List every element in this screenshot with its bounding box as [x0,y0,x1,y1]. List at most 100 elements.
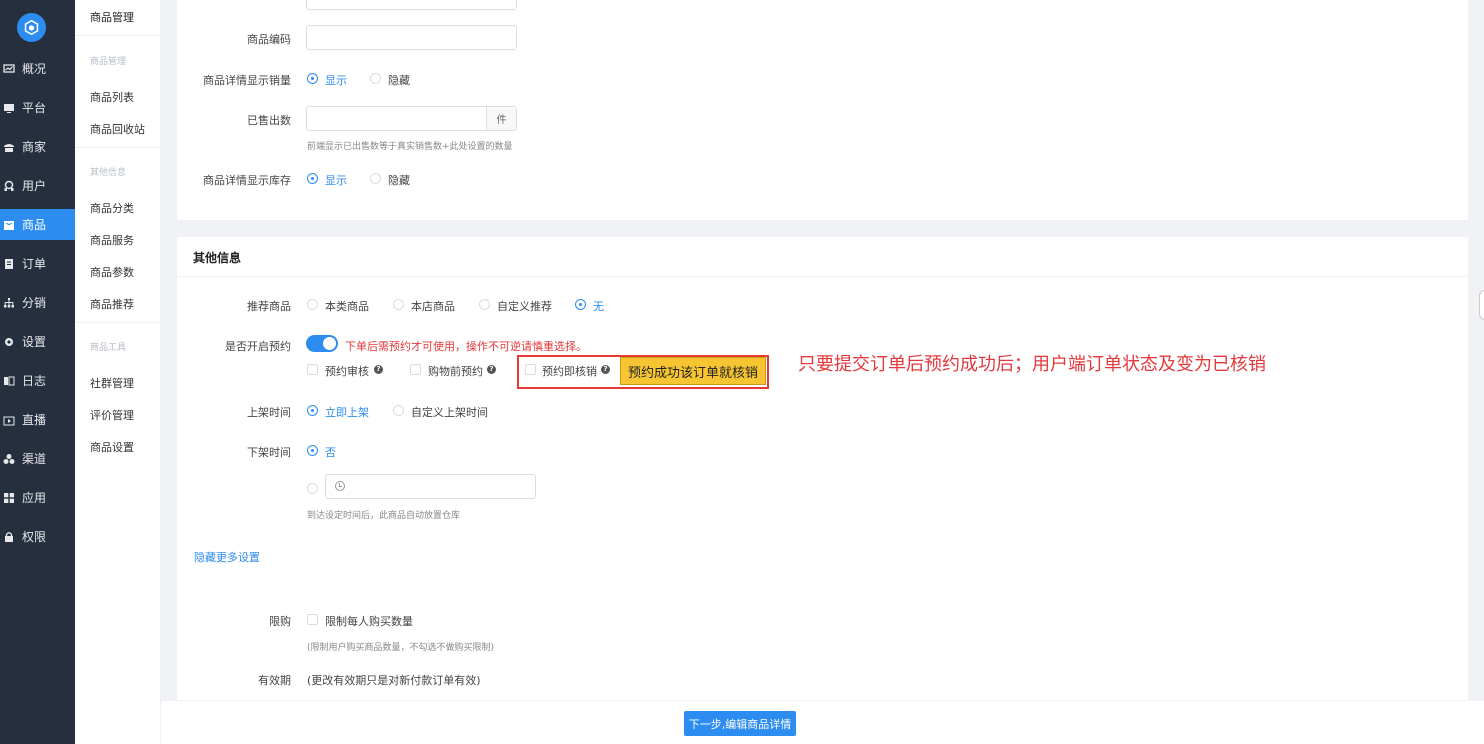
shelf-now-text: 立即上架 [325,406,369,419]
recommend-radio-custom[interactable] [479,299,490,310]
nav-item-distribution[interactable]: 分销 [0,287,75,318]
submenu-group-goods: 商品管理 [90,57,127,67]
hide-more-link[interactable]: 隐藏更多设置 [194,549,260,565]
shelf-off-datetime-input[interactable] [325,474,536,499]
nav-item-label: 订单 [22,257,47,271]
reserve-writeoff-checkbox[interactable] [525,364,536,375]
submenu-item-community[interactable]: 社群管理 [90,375,134,391]
nav-item-lock[interactable]: 权限 [0,521,75,552]
apps-icon [3,492,15,504]
divider [75,35,161,36]
other-info-card: 其他信息 推荐商品 本类商品 本店商品 自定义推荐 无 是否开启预约 下单后需预… [177,237,1468,700]
lock-icon [3,531,15,543]
submenu-item-params[interactable]: 商品参数 [90,264,134,280]
goods-icon [3,219,15,231]
recommend-text-none: 无 [593,300,604,313]
sales-display-label: 商品详情显示销量 [203,74,291,87]
reserve-before-checkbox[interactable] [410,364,421,375]
submenu-item-recommend[interactable]: 商品推荐 [90,296,134,312]
gear-icon [3,336,15,348]
floating-handle[interactable] [1479,290,1484,320]
nav-item-channel[interactable]: 渠道 [0,443,75,474]
section-title: 其他信息 [193,251,242,265]
clock-icon [335,481,345,491]
nav-item-user[interactable]: 用户 [0,170,75,201]
shelf-custom-text: 自定义上架时间 [411,406,488,419]
shelf-off-time-radio[interactable] [307,483,318,494]
divider [75,322,161,323]
submenu: 商品管理 商品管理 商品列表 商品回收站 其他信息 商品分类 商品服务 商品参数… [75,0,161,744]
submenu-item-reviews[interactable]: 评价管理 [90,407,134,423]
nav-item-label: 分销 [22,296,47,310]
limit-text: 限制每人购买数量 [325,615,413,628]
help-icon[interactable]: ? [487,365,496,374]
sold-hint: 前端显示已出售数等于真实销售数+此处设置的数量 [307,142,513,152]
goods-code-input[interactable] [306,25,517,50]
reserve-warning: 下单后需预约才可使用，操作不可逆请慎重选择。 [345,340,587,353]
help-icon[interactable]: ? [601,365,610,374]
nav-item-goods[interactable]: 商品 [0,209,75,240]
nav-item-label: 平台 [22,101,47,115]
nav-item-label: 商家 [22,140,47,154]
sales-show-text: 显示 [325,74,347,87]
nav-item-label: 日志 [22,374,47,388]
nav-item-live[interactable]: 直播 [0,404,75,435]
distribution-icon [3,297,15,309]
order-icon [3,258,15,270]
submenu-item-goods-list[interactable]: 商品列表 [90,89,134,105]
recommend-radio-category[interactable] [307,299,318,310]
shelf-custom-radio[interactable] [393,405,404,416]
submenu-group-other: 其他信息 [90,168,127,178]
submenu-item-service[interactable]: 商品服务 [90,232,134,248]
stock-show-radio[interactable] [307,173,318,184]
stock-hide-text: 隐藏 [388,174,410,187]
limit-checkbox[interactable] [307,614,318,625]
sold-count-label: 已售出数 [247,114,291,127]
nav-item-chart[interactable]: 概况 [0,53,75,84]
reserve-toggle[interactable] [306,335,338,352]
chart-icon [3,63,15,75]
submenu-item-settings[interactable]: 商品设置 [90,439,134,455]
nav-item-store[interactable]: 商家 [0,131,75,162]
sales-hide-text: 隐藏 [388,74,410,87]
nav-item-label: 设置 [22,335,47,349]
shelf-off-no-text: 否 [325,446,336,459]
stock-hide-radio[interactable] [370,173,381,184]
shelf-now-radio[interactable] [307,405,318,416]
footer-bar: 下一步,编辑商品详情 [161,701,1484,744]
limit-hint: (限制用户购买商品数量，不勾选不做购买限制) [307,643,495,653]
sold-count-input[interactable]: 件 [306,106,517,131]
input-field-partial[interactable] [306,0,517,10]
nav-item-gear[interactable]: 设置 [0,326,75,357]
cube-icon [24,19,39,36]
recommend-radio-store[interactable] [393,299,404,310]
sales-show-radio[interactable] [307,73,318,84]
reserve-audit-text: 预约审核 [325,365,369,378]
submenu-item-category[interactable]: 商品分类 [90,200,134,216]
nav-item-label: 用户 [22,179,47,193]
help-icon[interactable]: ? [374,365,383,374]
reserve-before-text: 购物前预约 [428,365,483,378]
nav-item-apps[interactable]: 应用 [0,482,75,513]
next-step-button[interactable]: 下一步,编辑商品详情 [684,711,796,736]
shelf-off-no-radio[interactable] [307,445,318,456]
reserve-label: 是否开启预约 [225,340,291,353]
user-icon [3,180,15,192]
live-icon [3,414,15,426]
valid-label: 有效期 [258,674,291,687]
app-logo[interactable] [17,13,46,42]
divider [75,147,161,148]
submenu-group-tools: 商品工具 [90,343,127,353]
nav-item-log[interactable]: 日志 [0,365,75,396]
nav-item-label: 商品 [22,218,47,232]
sales-hide-radio[interactable] [370,73,381,84]
annotation-note: 只要提交订单后预约成功后；用户端订单状态及变为已核销 [798,354,1266,375]
main-sidebar: 概况平台商家用户商品订单分销设置日志直播渠道应用权限 [0,0,75,744]
reserve-audit-checkbox[interactable] [307,364,318,375]
nav-item-monitor[interactable]: 平台 [0,92,75,123]
recommend-radio-none[interactable] [575,299,586,310]
submenu-item-recycle[interactable]: 商品回收站 [90,121,145,137]
nav-item-label: 直播 [22,413,47,427]
nav-item-order[interactable]: 订单 [0,248,75,279]
basic-info-card: 商品编码 商品详情显示销量 显示 隐藏 已售出数 件 前端显示已出售数等于真实销… [177,0,1468,220]
